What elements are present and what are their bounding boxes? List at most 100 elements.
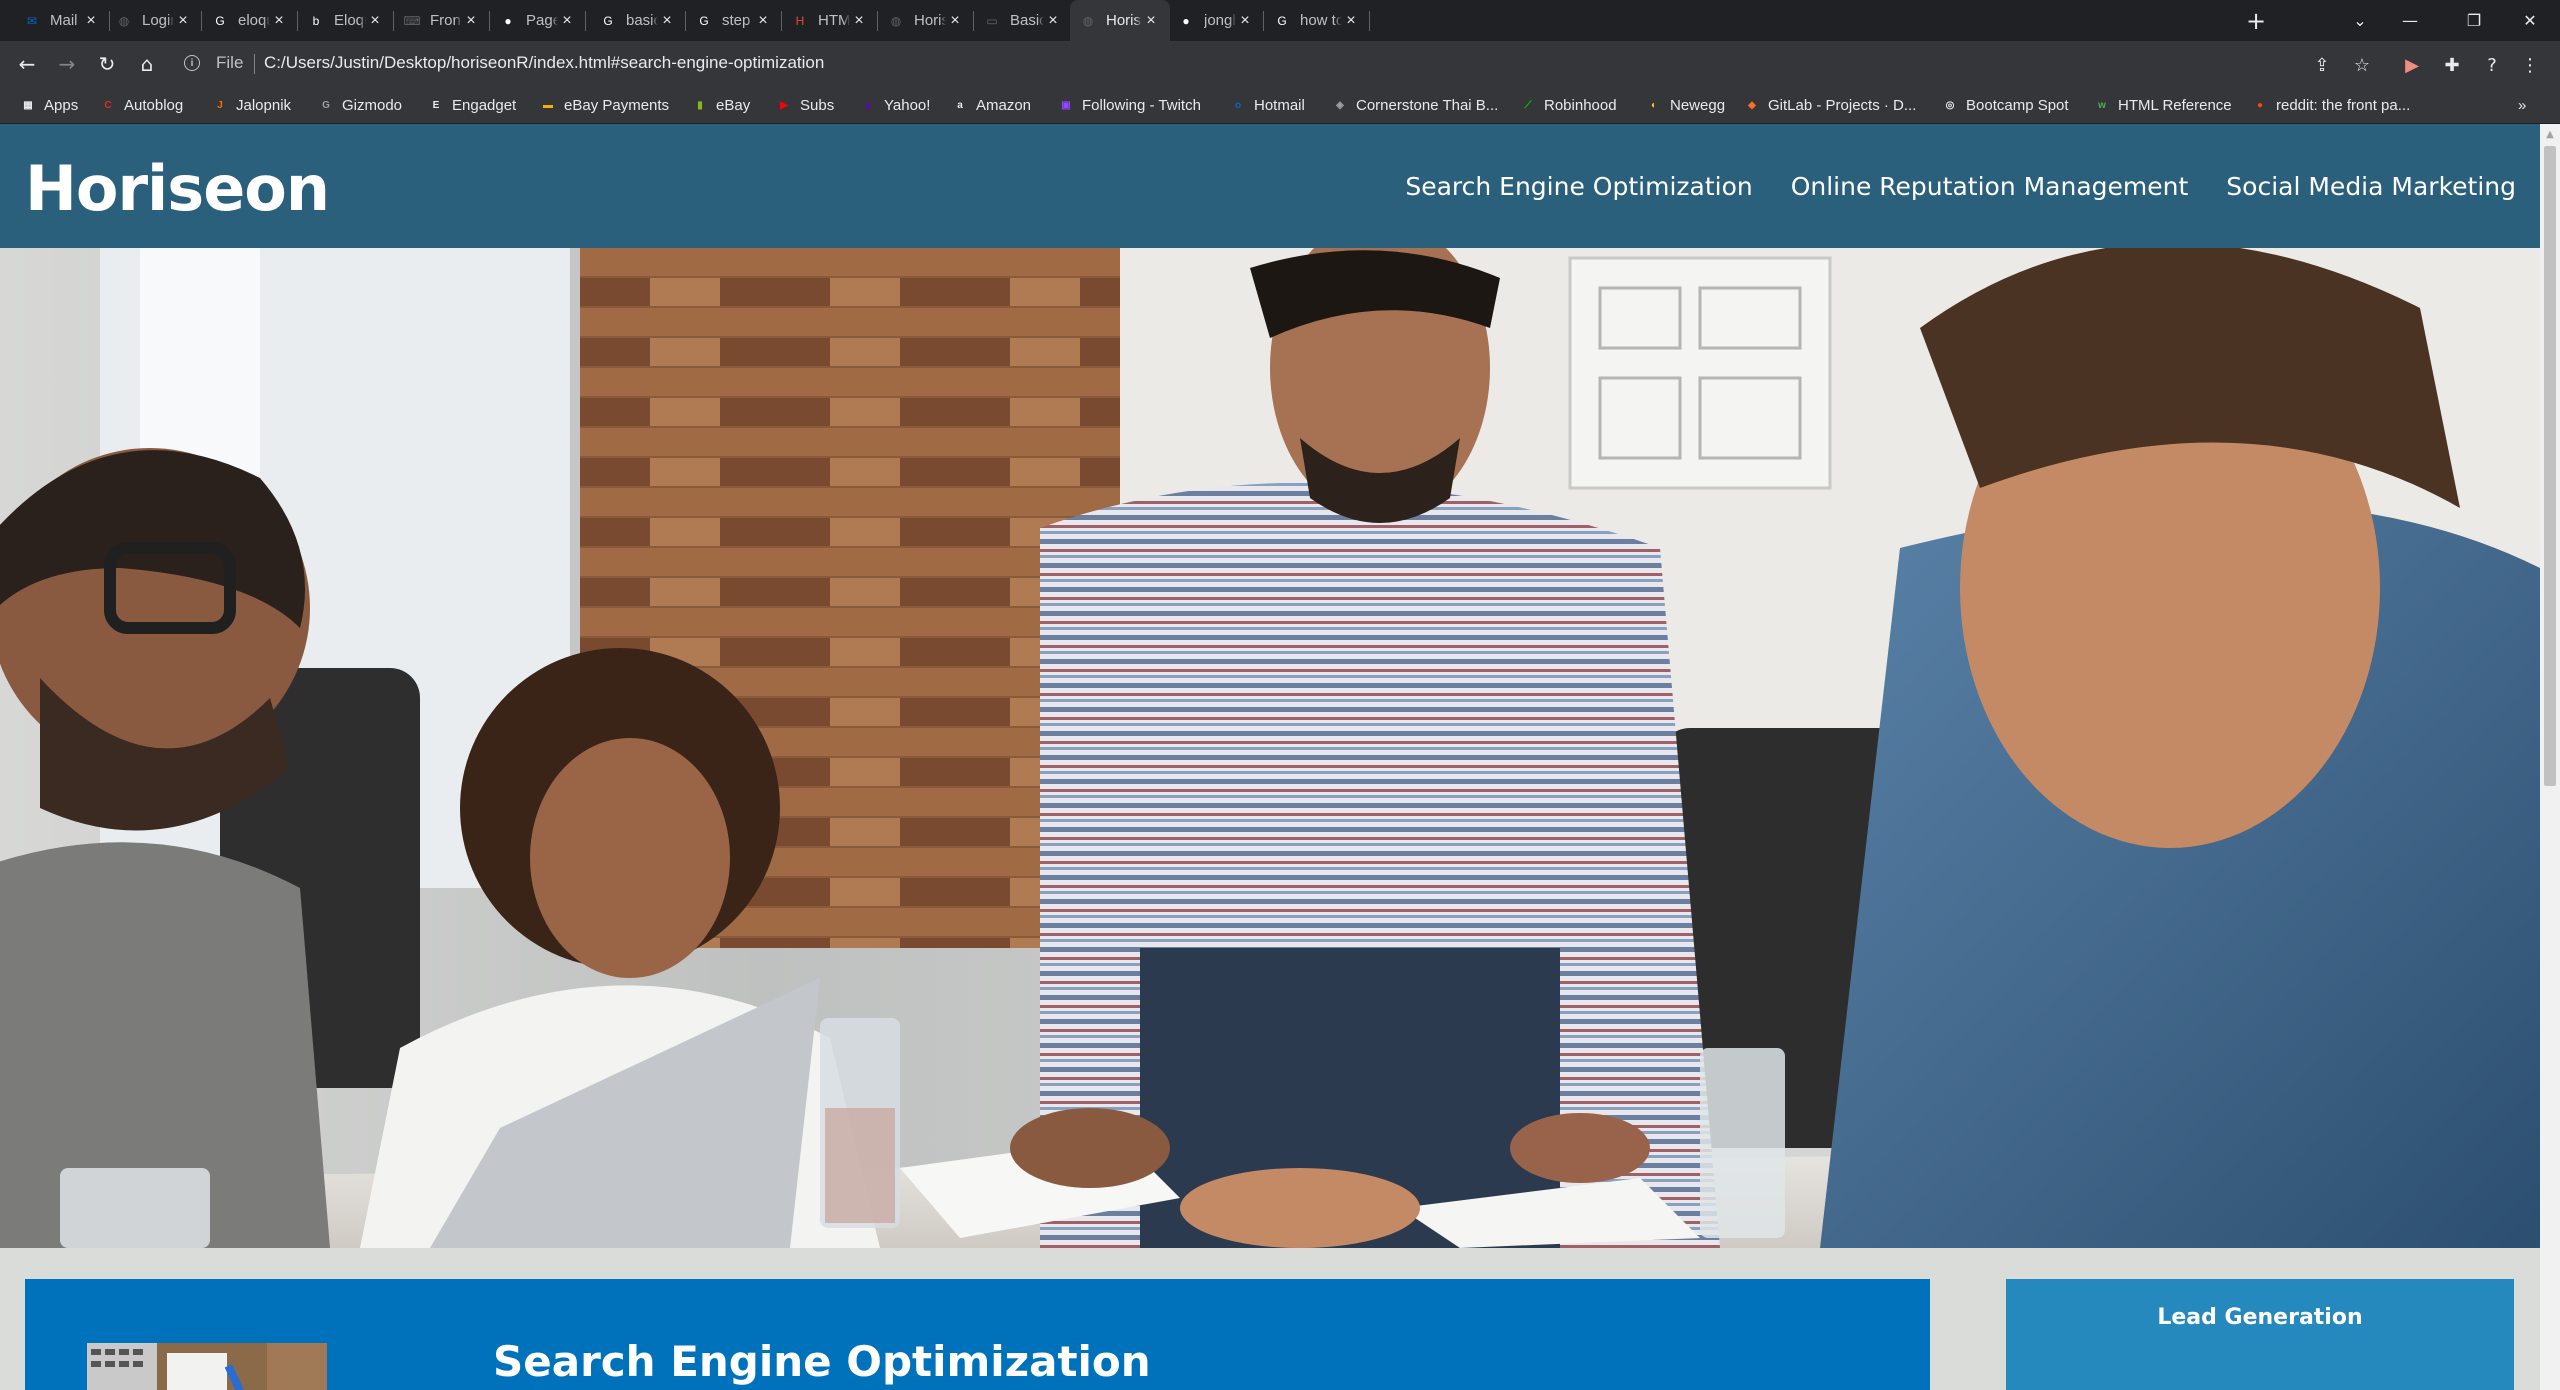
globe-icon: ◍ <box>890 13 902 28</box>
menu-kebab-icon[interactable]: ⋮ <box>2518 53 2542 77</box>
hero-image <box>0 248 2540 1248</box>
browser-tab[interactable]: ▭ Basic Syntax× <box>974 0 1072 41</box>
address-bar[interactable]: i File C:/Users/Justin/Desktop/horiseonR… <box>172 47 2512 81</box>
tab-close-icon[interactable]: × <box>754 12 772 30</box>
browser-tab[interactable]: Ghow to add× <box>1264 0 1370 41</box>
page-scrollbar[interactable]: ▲ <box>2540 124 2560 1390</box>
bookmark-item[interactable]: ◎ Bootcamp Spot <box>1942 94 2069 116</box>
tab-title: eloquent jav <box>238 12 270 29</box>
extensions-puzzle-icon[interactable]: ✚ <box>2440 53 2464 77</box>
gizmodo-icon: G <box>322 99 330 111</box>
bookmark-label: eBay Payments <box>564 96 670 114</box>
bookmark-item[interactable]: y Yahoo! <box>860 94 930 116</box>
bookmark-label: Cornerstone Thai B... <box>1356 96 1499 114</box>
url-text[interactable]: C:/Users/Justin/Desktop/horiseonR/index.… <box>264 53 824 73</box>
restore-window-icon[interactable]: ❐ <box>2444 0 2504 41</box>
tab-close-icon[interactable]: × <box>1236 12 1254 30</box>
bookmark-label: Gizmodo <box>342 96 403 114</box>
bookmark-item[interactable]: J Jalopnik <box>212 94 291 116</box>
scroll-up-arrow-icon[interactable]: ▲ <box>2540 124 2560 144</box>
bookmark-item[interactable]: ◆ GitLab - Projects · D... <box>1744 94 1916 116</box>
browser-tab[interactable]: Gbasic html p× <box>590 0 686 41</box>
forward-arrow-icon[interactable]: → <box>52 49 82 79</box>
bookmark-item[interactable]: ▦ Apps <box>20 94 78 116</box>
browser-tab[interactable]: ✉ Mail - Jongh× <box>14 0 110 41</box>
outlook-icon: ✉ <box>26 13 38 28</box>
back-arrow-icon[interactable]: ← <box>12 49 42 79</box>
bookmark-item[interactable]: ▣ Following - Twitch <box>1058 94 1201 116</box>
bookmark-label: Bootcamp Spot <box>1966 96 2069 114</box>
browser-tab[interactable]: ◍ Horiseon× <box>1070 0 1170 41</box>
bookmarks-bar: » ▦ Apps C Autoblog J Jalopnik G Gizmodo E Engadg… <box>0 87 2560 124</box>
browser-tab[interactable]: ◍ Horiseon× <box>878 0 974 41</box>
tab-close-icon[interactable]: × <box>946 12 964 30</box>
divider <box>254 54 255 74</box>
globe-icon: ◍ <box>1082 13 1094 28</box>
nav-link-reputation[interactable]: Online Reputation Management <box>1791 172 2189 201</box>
bookmark-item[interactable]: ⟋ Robinhood <box>1520 94 1617 116</box>
bookmark-item[interactable]: ◈ Cornerstone Thai B... <box>1332 94 1498 116</box>
nav-link-social-media[interactable]: Social Media Marketing <box>2226 172 2516 201</box>
bookmark-label: Newegg <box>1670 96 1726 114</box>
tab-title: Login to Yo <box>142 12 174 29</box>
github-icon: ● <box>504 13 512 28</box>
book-icon: b <box>312 13 320 28</box>
bookmark-item[interactable]: ◐ Newegg <box>1646 94 1725 116</box>
tab-close-icon[interactable]: × <box>1342 12 1360 30</box>
tab-close-icon[interactable]: × <box>270 12 288 30</box>
bookmark-item[interactable]: ● reddit: the front pa... <box>2252 94 2410 116</box>
bookmark-item[interactable]: ▮ eBay <box>692 94 750 116</box>
bookmark-label: Hotmail <box>1254 96 1305 114</box>
tab-title: basic html p <box>626 12 658 29</box>
browser-tab[interactable]: ● jonghwa10× <box>1168 0 1264 41</box>
tab-close-icon[interactable]: × <box>658 12 676 30</box>
new-tab-plus-icon[interactable]: + <box>2240 0 2272 41</box>
browser-tab[interactable]: ● Pages× <box>490 0 586 41</box>
bookmarks-overflow-icon[interactable]: » <box>2518 94 2526 116</box>
tab-close-icon[interactable]: × <box>174 12 192 30</box>
bookmark-item[interactable]: C Autoblog <box>100 94 183 116</box>
tab-close-icon[interactable]: × <box>850 12 868 30</box>
info-icon[interactable]: i <box>184 55 200 71</box>
help-icon[interactable]: ? <box>2480 53 2504 77</box>
bookmark-item[interactable]: ▶ Subs <box>776 94 834 116</box>
share-icon[interactable]: ⇪ <box>2310 53 2334 77</box>
close-window-icon[interactable]: ✕ <box>2500 0 2560 41</box>
site-logo[interactable]: Horiseon <box>25 152 330 225</box>
extension-icon[interactable]: ▶ <box>2400 53 2424 77</box>
tab-close-icon[interactable]: × <box>366 12 384 30</box>
site-header: Horiseon Search Engine Optimization Onli… <box>0 124 2540 248</box>
scrollbar-thumb[interactable] <box>2544 146 2556 786</box>
tab-close-icon[interactable]: × <box>558 12 576 30</box>
reload-icon[interactable]: ↻ <box>92 49 122 79</box>
bookmark-item[interactable]: a Amazon <box>952 94 1031 116</box>
minimize-icon[interactable]: — <box>2380 0 2440 41</box>
bookmark-star-icon[interactable]: ☆ <box>2350 53 2374 77</box>
bookmark-item[interactable]: E Engadget <box>428 94 517 116</box>
tab-close-icon[interactable]: × <box>1142 12 1160 30</box>
cornerstone-icon: ◈ <box>1336 99 1344 111</box>
browser-tab[interactable]: Gstep by step× <box>686 0 782 41</box>
google-icon: G <box>603 13 613 28</box>
bookmark-item[interactable]: w HTML Reference <box>2094 94 2232 116</box>
bookmark-item[interactable]: ▬ eBay Payments <box>540 94 669 116</box>
browser-tab[interactable]: ◍ Login to Yo× <box>106 0 202 41</box>
gitlab-icon: ◆ <box>1748 99 1756 111</box>
home-icon[interactable]: ⌂ <box>132 49 162 79</box>
bookmark-item[interactable]: o Hotmail <box>1230 94 1305 116</box>
tab-title: Pages <box>526 12 558 29</box>
browser-tab[interactable]: H HTML For B× <box>782 0 878 41</box>
tab-close-icon[interactable]: × <box>462 12 480 30</box>
globe-icon: ◎ <box>1945 99 1955 111</box>
globe-icon: ◍ <box>118 13 130 28</box>
browser-tab[interactable]: Geloquent jav× <box>202 0 298 41</box>
youtube-icon: ▶ <box>780 99 788 111</box>
tab-close-icon[interactable]: × <box>1044 12 1062 30</box>
browser-tab[interactable]: b Eloquent Ja× <box>298 0 394 41</box>
bookmark-label: GitLab - Projects · D... <box>1768 96 1917 114</box>
bookmark-item[interactable]: G Gizmodo <box>318 94 402 116</box>
tab-title: jonghwa10 <box>1204 12 1236 29</box>
nav-link-seo[interactable]: Search Engine Optimization <box>1405 172 1752 201</box>
browser-tab[interactable]: ⌨ Front End H× <box>394 0 490 41</box>
tab-close-icon[interactable]: × <box>82 12 100 30</box>
